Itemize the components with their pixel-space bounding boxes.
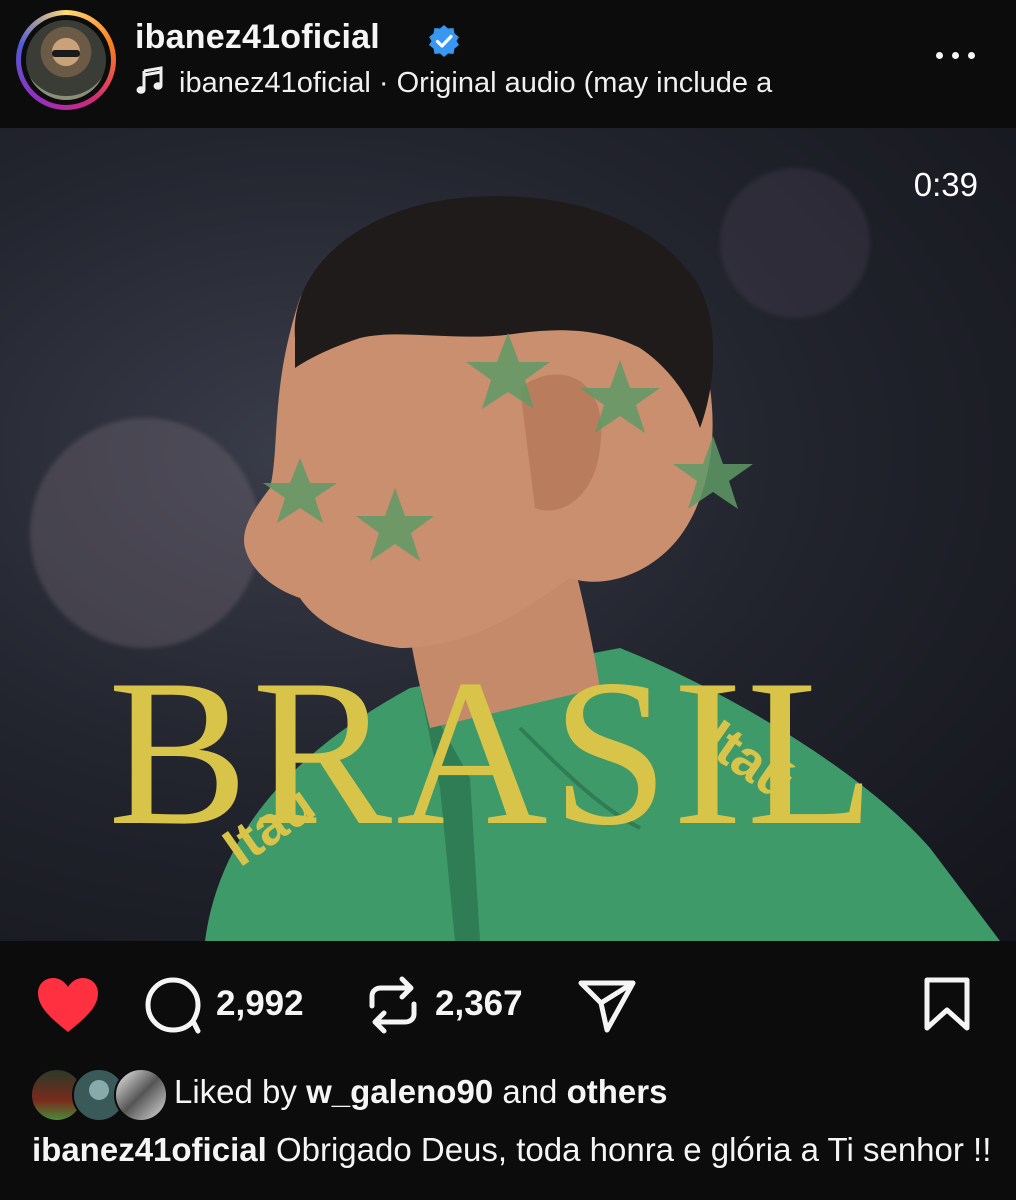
avatar-photo <box>26 20 106 100</box>
video-duration: 0:39 <box>913 166 978 203</box>
liked-by-text[interactable]: Liked by w_galeno90 and others <box>174 1073 667 1111</box>
liked-by-others[interactable]: others <box>567 1073 668 1110</box>
more-options-icon <box>936 52 943 59</box>
avatar <box>114 1068 168 1122</box>
post-caption: ibanez41oficial Obrigado Deus, toda honr… <box>32 1128 992 1172</box>
more-options-button[interactable] <box>930 40 980 70</box>
heart-icon[interactable] <box>36 976 100 1034</box>
bookmark-icon[interactable] <box>922 976 972 1032</box>
liked-by-avatars[interactable] <box>30 1068 168 1122</box>
post-username[interactable]: ibanez41oficial <box>135 18 380 57</box>
audio-label: ibanez41oficial · Original audio (may in… <box>179 67 773 99</box>
send-icon[interactable] <box>577 978 637 1034</box>
comment-icon[interactable] <box>143 975 203 1035</box>
audio-link[interactable]: ibanez41oficial · Original audio (may in… <box>135 66 875 106</box>
repost-icon[interactable] <box>366 976 420 1034</box>
liked-by-username[interactable]: w_galeno90 <box>306 1073 493 1110</box>
post-media-video[interactable]: Itaú Itaú BRASIL 0:39 <box>0 128 1016 941</box>
profile-avatar[interactable] <box>16 10 116 110</box>
overlay-text-brasil: BRASIL <box>108 637 879 869</box>
music-note-icon <box>136 66 163 94</box>
post-header: ibanez41oficial ibanez41oficial · Origin… <box>0 0 1016 128</box>
comments-count[interactable]: 2,992 <box>216 984 304 1024</box>
caption-username[interactable]: ibanez41oficial <box>32 1131 267 1168</box>
verified-badge-icon <box>429 25 459 57</box>
reposts-count[interactable]: 2,367 <box>435 984 523 1024</box>
caption-text: Obrigado Deus, toda honra e glória a Ti … <box>275 1131 992 1168</box>
